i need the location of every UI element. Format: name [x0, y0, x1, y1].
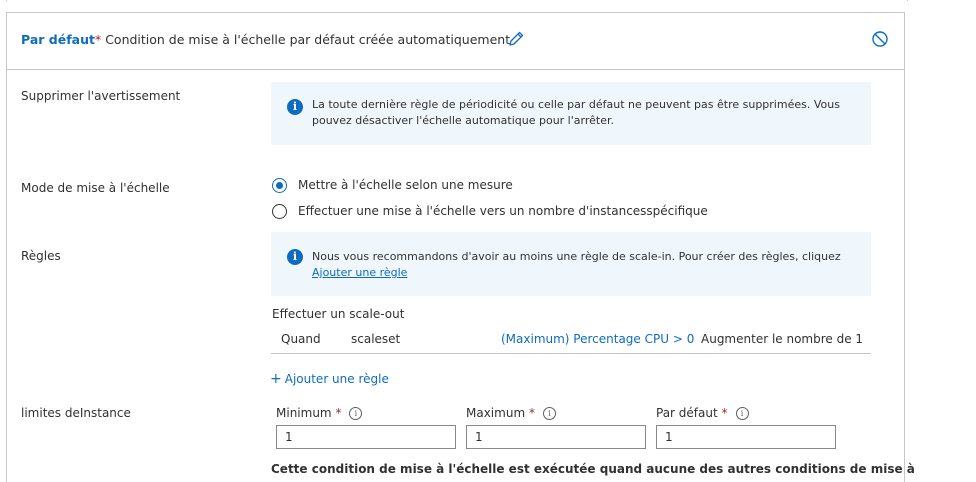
maximum-label-text: Maximum [466, 406, 526, 420]
minimum-label: Minimum * i [276, 406, 363, 420]
rules-label: Règles [21, 249, 61, 263]
disable-icon[interactable] [871, 30, 889, 48]
info-icon[interactable]: i [349, 407, 363, 420]
radio-button-checked[interactable] [272, 178, 287, 193]
maximum-input[interactable] [466, 425, 646, 449]
required-mark: * [721, 406, 728, 420]
rules-info-text: Nous vous recommandons d'avoir au moins … [312, 249, 841, 281]
info-icon: i [287, 249, 303, 265]
minimum-input[interactable] [276, 425, 456, 449]
delete-warning-label: Supprimer l'avertissement [21, 89, 181, 103]
radio-label: Effectuer une mise à l'échelle vers un n… [298, 204, 708, 218]
delete-warning-line2: pouvez désactiver l'échelle automatique … [312, 114, 614, 127]
condition-title: Par défaut* Condition de mise à l'échell… [21, 32, 510, 47]
instance-limits-label: limites deInstance [21, 406, 131, 420]
add-rule-label: Ajouter une règle [284, 372, 389, 386]
add-rule-button[interactable]: + Ajouter une règle [270, 371, 389, 387]
required-mark: * [528, 406, 535, 420]
previous-card-edge [6, 0, 908, 1]
info-icon[interactable]: i [735, 407, 749, 420]
default-label: Par défaut [21, 32, 95, 47]
radio-button[interactable] [272, 204, 287, 219]
plus-icon: + [270, 371, 282, 387]
card-header: Par défaut* Condition de mise à l'échell… [7, 13, 904, 70]
add-rule-link[interactable]: Ajouter une règle [312, 266, 407, 279]
scale-mode-label: Mode de mise à l'échelle [21, 181, 170, 195]
default-instances-label-text: Par défaut [656, 406, 718, 420]
condition-description: Condition de mise à l'échelle par défaut… [105, 32, 511, 47]
default-instances-label: Par défaut * i [656, 406, 749, 420]
rule-resource: scaleset [351, 332, 401, 346]
delete-warning-line1: La toute dernière règle de périodicité o… [312, 98, 840, 111]
info-icon[interactable]: i [542, 407, 556, 420]
rule-when: Quand [281, 332, 321, 346]
edit-pencil-icon[interactable] [507, 30, 525, 48]
minimum-label-text: Minimum [276, 406, 332, 420]
delete-warning-infobox: i La toute dernière règle de périodicité… [271, 82, 871, 145]
rules-info-line1: Nous vous recommandons d'avoir au moins … [312, 250, 841, 263]
scale-out-heading: Effectuer un scale-out [272, 307, 405, 321]
required-mark: * [94, 32, 102, 47]
info-icon: i [287, 99, 303, 115]
rule-action: Augmenter le nombre de 1 [701, 332, 864, 346]
required-mark: * [335, 406, 342, 420]
rule-condition-link[interactable]: (Maximum) Percentage CPU > 0 [501, 332, 694, 346]
radio-label: Mettre à l'échelle selon une mesure [298, 178, 513, 192]
delete-warning-text: La toute dernière règle de périodicité o… [312, 97, 840, 129]
default-condition-note: Cette condition de mise à l'échelle est … [271, 462, 915, 476]
rules-infobox: i Nous vous recommandons d'avoir au moin… [271, 232, 871, 296]
maximum-label: Maximum * i [466, 406, 556, 420]
default-instances-input[interactable] [656, 425, 836, 449]
table-row[interactable]: Quand scaleset (Maximum) Percentage CPU … [271, 323, 871, 354]
